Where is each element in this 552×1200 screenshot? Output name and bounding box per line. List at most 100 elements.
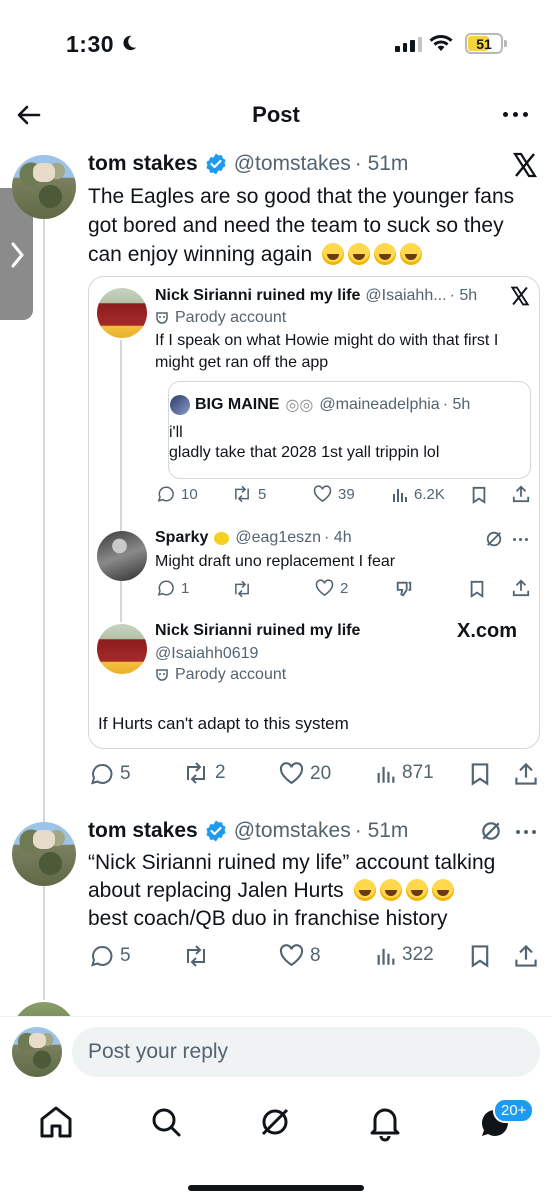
laughing-emoji-icon bbox=[350, 879, 454, 902]
verified-badge-icon bbox=[206, 820, 226, 842]
cellular-signal-icon bbox=[395, 36, 422, 52]
reply-button[interactable]: 5 bbox=[90, 762, 131, 786]
grok-icon[interactable] bbox=[255, 1102, 295, 1142]
verified-badge-icon bbox=[206, 153, 226, 175]
sparky-author-row: Sparky @eag1eszn · 4h bbox=[155, 529, 352, 547]
ring-emoji-icon: ◎◎ bbox=[285, 397, 314, 414]
parody-mask-icon bbox=[156, 669, 168, 681]
views-chart-icon bbox=[393, 489, 407, 502]
nested-text-line2: gladly take that 2028 1st yall trippin l… bbox=[169, 444, 440, 461]
bookmark-icon[interactable] bbox=[469, 944, 491, 968]
post-text: The Eagles are so good that the younger … bbox=[88, 185, 515, 266]
repost-icon[interactable] bbox=[232, 580, 252, 598]
downvote-icon[interactable] bbox=[395, 580, 413, 598]
lemon-emoji-icon bbox=[214, 531, 230, 545]
post-header: Post bbox=[0, 90, 552, 142]
repost-button[interactable]: 2 bbox=[183, 762, 226, 784]
author-handle[interactable]: @tomstakes bbox=[234, 152, 351, 176]
avatar[interactable] bbox=[12, 822, 76, 886]
more-options-icon[interactable] bbox=[513, 538, 528, 541]
wifi-icon bbox=[429, 35, 453, 51]
nested-author-name[interactable]: BIG MAINE bbox=[195, 396, 279, 414]
author-name[interactable]: tom stakes bbox=[88, 819, 198, 843]
status-time: 1:30 bbox=[66, 31, 115, 57]
reply-composer bbox=[0, 1016, 552, 1092]
nested-author-handle[interactable]: @maineadelphia bbox=[319, 396, 439, 414]
reply-button[interactable]: 10 bbox=[157, 485, 198, 503]
views-button[interactable]: 6.2K bbox=[392, 485, 445, 503]
nested-author-row: BIG MAINE ◎◎ @maineadelphia · 5h bbox=[195, 395, 470, 415]
avatar bbox=[12, 1002, 76, 1016]
next-post-peek bbox=[12, 998, 542, 1016]
like-button[interactable]: 8 bbox=[279, 944, 321, 967]
battery-level: 51 bbox=[476, 36, 492, 52]
grok-icon[interactable] bbox=[485, 530, 503, 548]
second-post-line2: about replacing Jalen Hurts bbox=[88, 879, 344, 902]
parody-label: Parody account bbox=[155, 309, 286, 327]
do-not-disturb-moon-icon bbox=[123, 35, 137, 51]
quoted-author-row: Nick Sirianni ruined my life @Isaiahh...… bbox=[155, 287, 477, 305]
sparky-text: Might draft uno replacement I fear bbox=[155, 553, 396, 570]
repost-icon bbox=[187, 762, 205, 784]
share-icon[interactable] bbox=[514, 944, 538, 968]
sparky-handle[interactable]: @eag1eszn bbox=[235, 529, 321, 547]
avatar[interactable] bbox=[170, 395, 190, 415]
reply-icon bbox=[157, 580, 174, 596]
nick-handle[interactable]: @Isaiahh0619 bbox=[155, 643, 258, 665]
bookmark-icon[interactable] bbox=[471, 486, 487, 504]
repost-button[interactable]: 5 bbox=[232, 485, 266, 503]
sparky-name[interactable]: Sparky bbox=[155, 529, 208, 547]
avatar[interactable] bbox=[97, 531, 147, 581]
author-name[interactable]: tom stakes bbox=[88, 152, 198, 176]
nick-name[interactable]: Nick Sirianni ruined my life bbox=[155, 622, 360, 640]
avatar[interactable] bbox=[97, 288, 147, 338]
like-button[interactable]: 39 bbox=[313, 485, 355, 503]
parody-text: Parody account bbox=[175, 309, 287, 326]
heart-icon bbox=[313, 485, 332, 503]
nick-author-row: Nick Sirianni ruined my life bbox=[155, 622, 360, 640]
quoted-author-handle[interactable]: @Isaiahh... bbox=[365, 287, 446, 305]
more-options-icon[interactable] bbox=[503, 104, 528, 125]
bookmark-icon[interactable] bbox=[469, 762, 491, 786]
views-button[interactable]: 871 bbox=[376, 762, 434, 784]
heart-icon bbox=[315, 579, 334, 597]
nick-text: If Hurts can't adapt to this system bbox=[98, 714, 349, 733]
bottom-navigation bbox=[0, 1092, 552, 1200]
chevron-right-icon bbox=[11, 242, 24, 268]
reply-button[interactable]: 1 bbox=[157, 579, 189, 597]
author-handle[interactable]: @tomstakes bbox=[234, 819, 351, 843]
sparky-post-time: · 4h bbox=[324, 529, 352, 546]
grok-icon[interactable] bbox=[480, 820, 502, 842]
heart-icon bbox=[279, 944, 304, 967]
reply-input[interactable] bbox=[72, 1027, 540, 1077]
second-post-line1: “Nick Sirianni ruined my life” account t… bbox=[88, 851, 496, 874]
repost-icon bbox=[235, 485, 249, 503]
parody-label: Parody account bbox=[155, 666, 286, 684]
post-time: · 51m bbox=[354, 819, 409, 842]
home-icon[interactable] bbox=[36, 1102, 76, 1142]
x-logo-icon bbox=[510, 286, 530, 306]
like-button[interactable]: 2 bbox=[315, 579, 348, 597]
reply-button[interactable]: 5 bbox=[90, 944, 131, 968]
reply-icon bbox=[91, 945, 113, 967]
like-button[interactable]: 20 bbox=[279, 762, 331, 785]
more-options-icon[interactable] bbox=[516, 830, 536, 834]
search-icon[interactable] bbox=[146, 1102, 186, 1142]
heart-icon bbox=[279, 762, 304, 785]
views-button[interactable]: 322 bbox=[376, 944, 434, 966]
share-icon[interactable] bbox=[514, 762, 538, 786]
share-icon[interactable] bbox=[512, 579, 530, 597]
quoted-author-name[interactable]: Nick Sirianni ruined my life bbox=[155, 287, 360, 305]
avatar[interactable] bbox=[97, 624, 147, 674]
x-logo-icon bbox=[512, 152, 538, 178]
second-post-line3: best coach/QB duo in franchise history bbox=[88, 907, 448, 930]
quoted-post-time: · 5h bbox=[449, 287, 478, 304]
post-author-row: tom stakes @tomstakes · 51m bbox=[88, 819, 408, 843]
share-icon[interactable] bbox=[512, 485, 530, 503]
bookmark-icon[interactable] bbox=[469, 580, 485, 598]
parody-mask-icon bbox=[156, 312, 168, 324]
notifications-bell-icon[interactable] bbox=[365, 1102, 405, 1142]
repost-icon[interactable] bbox=[183, 945, 209, 967]
post-body: The Eagles are so good that the younger … bbox=[88, 182, 533, 269]
avatar[interactable] bbox=[12, 155, 76, 219]
